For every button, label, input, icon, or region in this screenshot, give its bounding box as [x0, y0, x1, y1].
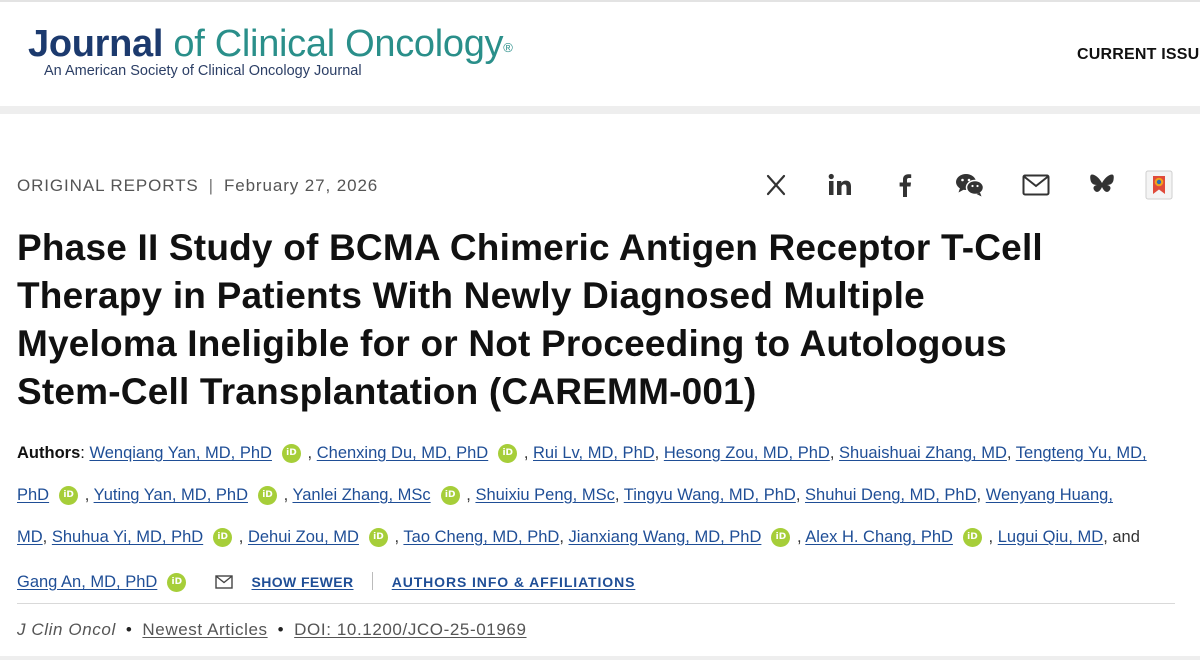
- author-link[interactable]: Tingyu Wang, MD, PhD: [624, 486, 796, 504]
- orcid-icon[interactable]: iD: [498, 444, 518, 463]
- author-link[interactable]: Tengteng Yu, MD,: [1016, 444, 1147, 462]
- orcid-icon[interactable]: iD: [368, 528, 388, 547]
- and-word: and: [1112, 528, 1140, 546]
- author-link[interactable]: MD: [17, 528, 43, 546]
- comma: ,: [559, 528, 564, 546]
- title-line: Therapy in Patients With Newly Diagnosed…: [17, 275, 925, 316]
- title-line: Myeloma Ineligible for or Not Proceeding…: [17, 323, 1007, 364]
- journal-logo[interactable]: Journal of Clinical Oncology® An America…: [28, 24, 513, 79]
- orcid-icon[interactable]: iD: [440, 486, 460, 505]
- comma: ,: [466, 486, 471, 504]
- author-link[interactable]: Lugui Qiu, MD: [998, 528, 1103, 546]
- logo-journal-word: Journal: [28, 23, 164, 65]
- authors-line-2: PhD iD , Yuting Yan, MD, PhD iD , Yanlei Z…: [17, 486, 1113, 505]
- orcid-icon[interactable]: iD: [771, 528, 791, 547]
- linkedin-icon[interactable]: [823, 168, 857, 202]
- comma: ,: [829, 444, 835, 462]
- header-shadow: [0, 106, 1200, 114]
- comma: ,: [42, 528, 48, 546]
- bookmark-icon[interactable]: [1143, 168, 1175, 202]
- journal-abbreviation: J Clin Oncol: [17, 620, 116, 639]
- comma: ,: [1006, 444, 1012, 462]
- comma: ,: [283, 486, 289, 504]
- newest-articles-link[interactable]: Newest Articles: [142, 620, 267, 639]
- site-header: Journal of Clinical Oncology® An America…: [0, 2, 1200, 108]
- bottom-border: [0, 656, 1200, 660]
- author-link[interactable]: Wenyang Huang,: [986, 486, 1113, 504]
- bluesky-icon[interactable]: [1085, 168, 1119, 202]
- orcid-icon[interactable]: iD: [962, 528, 982, 547]
- article-title: Phase II Study of BCMA Chimeric Antigen …: [17, 224, 1187, 416]
- section-divider: [17, 603, 1175, 604]
- comma: ,: [307, 444, 313, 462]
- logo-subtitle: An American Society of Clinical Oncology…: [44, 63, 362, 79]
- bullet: •: [125, 620, 133, 639]
- nav-current-issue[interactable]: CURRENT ISSU: [1077, 46, 1199, 64]
- logo-rest-words: of Clinical Oncology: [173, 23, 504, 65]
- comma: ,: [614, 486, 620, 504]
- comma: ,: [238, 528, 244, 546]
- email-icon[interactable]: [1019, 168, 1053, 202]
- authors-label: Authors: [17, 444, 81, 462]
- bullet: •: [277, 620, 285, 639]
- author-link[interactable]: Rui Lv, MD, PhD: [533, 444, 655, 462]
- authors-line-4: Gang An, MD, PhD iD SHOW FEWER AUTHORS IN…: [17, 572, 635, 594]
- authors-line-3: MD, Shuhua Yi, MD, PhD iD , Dehui Zou, MD…: [17, 528, 1140, 547]
- author-link[interactable]: Chenxing Du, MD, PhD: [317, 444, 489, 462]
- author-link[interactable]: Shuhui Deng, MD, PhD: [805, 486, 977, 504]
- title-line: Phase II Study of BCMA Chimeric Antigen …: [17, 227, 1043, 268]
- author-link[interactable]: Shuhua Yi, MD, PhD: [52, 528, 203, 546]
- author-link[interactable]: Gang An, MD, PhD: [17, 573, 157, 591]
- author-link[interactable]: Wenqiang Yan, MD, PhD: [89, 444, 272, 462]
- title-line: Stem-Cell Transplantation (CAREMM-001): [17, 371, 757, 412]
- citation-line: J Clin Oncol • Newest Articles • DOI: 10.120…: [17, 620, 527, 640]
- logo-registered-mark: ®: [503, 40, 513, 55]
- comma: ,: [654, 444, 660, 462]
- comma: ,: [795, 486, 801, 504]
- doi-link[interactable]: DOI: 10.1200/JCO-25-01969: [294, 620, 526, 639]
- author-link[interactable]: PhD: [17, 486, 49, 504]
- x-icon[interactable]: [759, 168, 793, 202]
- author-link[interactable]: Tao Cheng, MD, PhD: [403, 528, 559, 546]
- orcid-icon[interactable]: iD: [257, 486, 277, 505]
- logo-title: Journal of Clinical Oncology®: [28, 24, 513, 64]
- share-bar: [0, 168, 1200, 204]
- facebook-icon[interactable]: [888, 168, 922, 202]
- authors-info-affiliations-link[interactable]: AUTHORS INFO & AFFILIATIONS: [392, 574, 636, 590]
- vertical-separator: [372, 572, 374, 590]
- author-link[interactable]: Alex H. Chang, PhD: [805, 528, 953, 546]
- orcid-icon[interactable]: iD: [213, 528, 233, 547]
- comma: ,: [976, 486, 982, 504]
- authors-line-1: Authors: Wenqiang Yan, MD, PhD iD , Chenx…: [17, 444, 1147, 463]
- orcid-icon[interactable]: iD: [167, 573, 187, 592]
- wechat-icon[interactable]: [953, 168, 987, 202]
- colon: :: [80, 444, 85, 462]
- comma: ,: [797, 528, 802, 546]
- author-link[interactable]: Shuaishuai Zhang, MD: [839, 444, 1007, 462]
- comma: ,: [523, 444, 529, 462]
- author-link[interactable]: Yuting Yan, MD, PhD: [94, 486, 248, 504]
- corresponding-author-mail-icon[interactable]: [215, 575, 233, 594]
- orcid-icon[interactable]: iD: [59, 486, 79, 505]
- orcid-icon[interactable]: iD: [281, 444, 301, 463]
- author-link[interactable]: Dehui Zou, MD: [248, 528, 359, 546]
- author-link[interactable]: Jianxiang Wang, MD, PhD: [569, 528, 762, 546]
- comma: ,: [394, 528, 400, 546]
- comma: ,: [1103, 528, 1108, 546]
- author-link[interactable]: Yanlei Zhang, MSc: [292, 486, 430, 504]
- show-fewer-button[interactable]: SHOW FEWER: [252, 574, 354, 590]
- comma: ,: [84, 486, 90, 504]
- author-link[interactable]: Shuixiu Peng, MSc: [475, 486, 614, 504]
- author-link[interactable]: Hesong Zou, MD, PhD: [664, 444, 830, 462]
- comma: ,: [988, 528, 994, 546]
